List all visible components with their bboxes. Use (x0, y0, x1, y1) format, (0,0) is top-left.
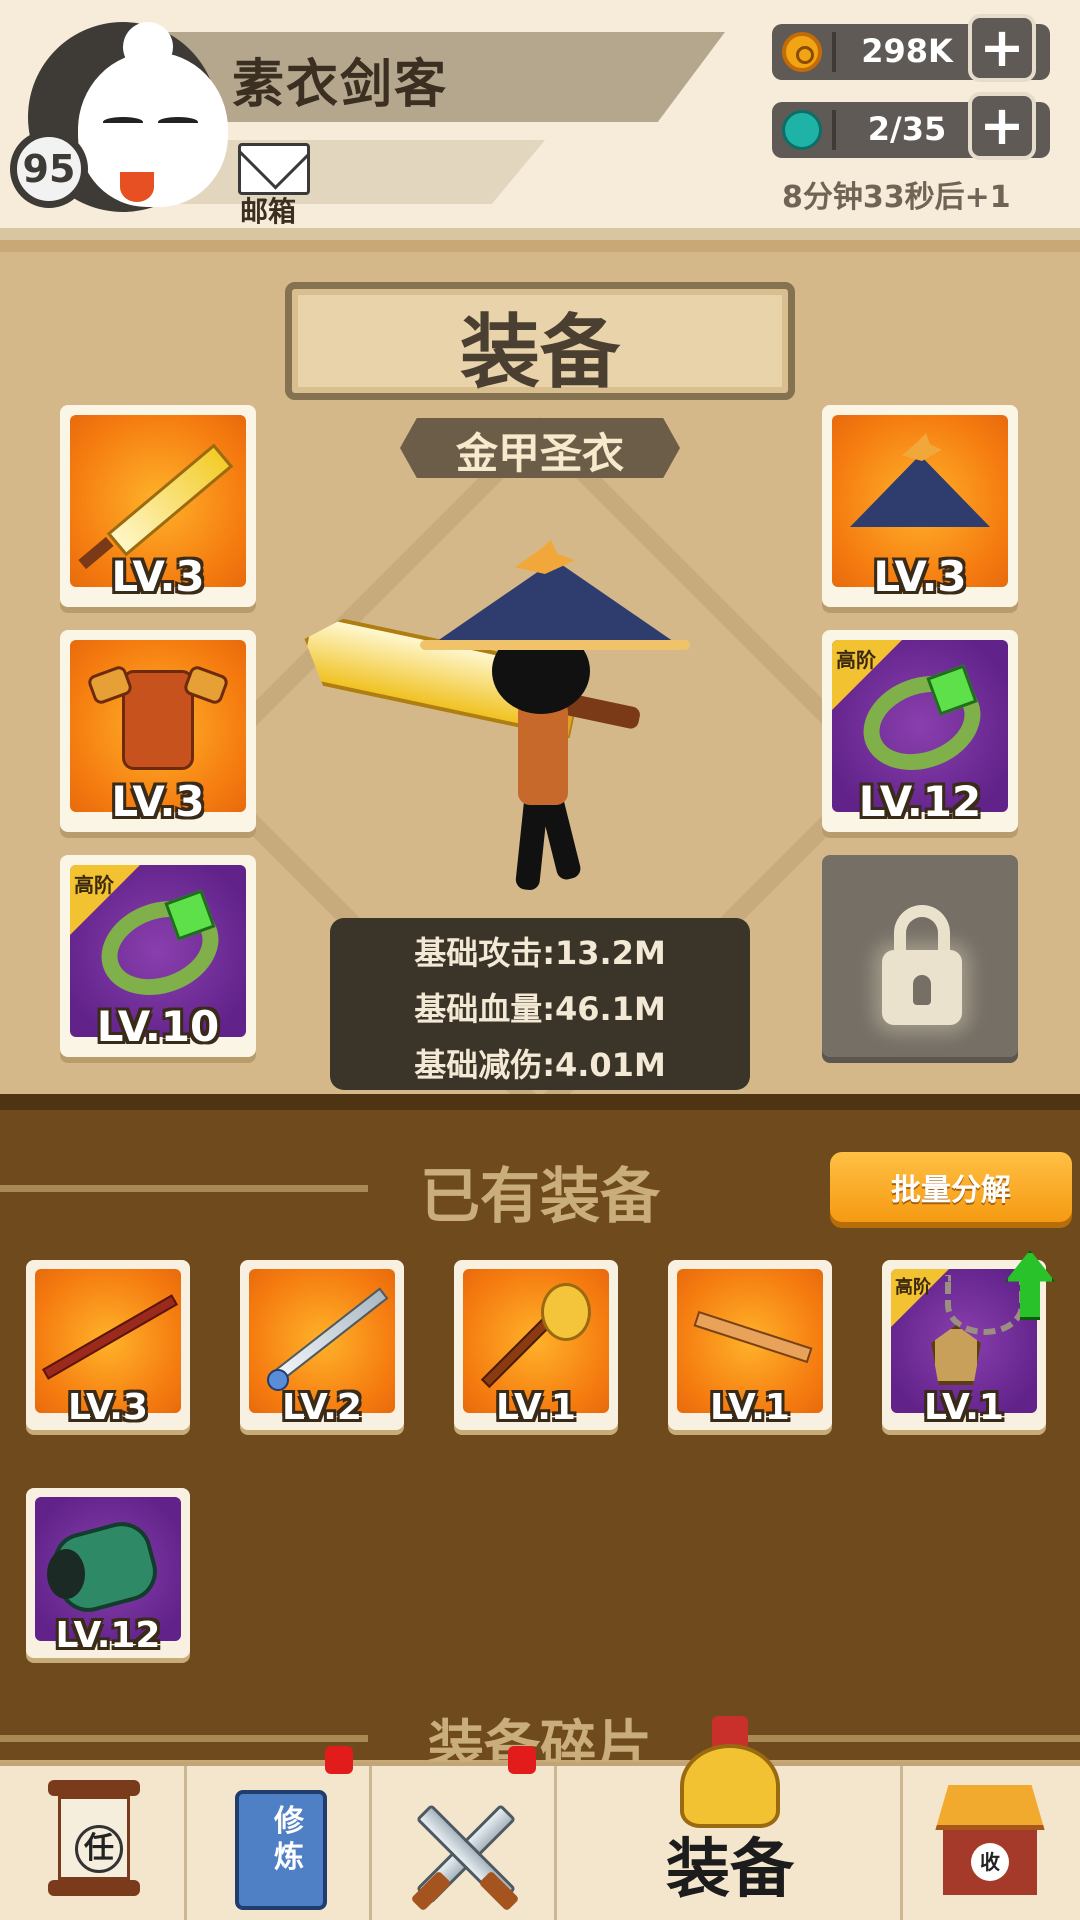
mailbox-label[interactable]: 邮箱 (240, 190, 296, 230)
cultivation-book-icon[interactable]: 修炼 (235, 1790, 327, 1910)
item-level: LV.12 (858, 777, 982, 826)
tier-tag: 高阶 (836, 648, 876, 672)
equip-slot-locked[interactable] (822, 855, 1018, 1057)
golden-broadsword-icon (106, 443, 234, 557)
mace-head (541, 1283, 591, 1341)
character-hat-rim (420, 640, 690, 650)
inventory-item[interactable]: LV.12 (26, 1488, 190, 1658)
cultivation-glyph: 修炼 (274, 1804, 304, 1875)
keyhole (913, 975, 931, 1005)
item-level: LV.3 (111, 552, 205, 601)
add-coins-button[interactable]: + (968, 14, 1036, 82)
equip-slot-weapon[interactable]: LV.3 (60, 405, 256, 607)
inventory-item[interactable]: LV.1 (454, 1260, 618, 1430)
coin-value: 298K (861, 32, 953, 70)
set-name: 金甲圣衣 (455, 429, 624, 478)
batch-decompose-button[interactable]: 批量分解 (830, 1152, 1072, 1222)
crossed-swords-icon[interactable] (405, 1800, 525, 1912)
sword-hilt (410, 1870, 452, 1912)
nav-tab-equipment-label[interactable]: 装备 (630, 1818, 830, 1910)
add-energy-button[interactable]: + (968, 92, 1036, 160)
equip-slot-accessory[interactable]: 高阶 LV.10 (60, 855, 256, 1057)
stat-damage-reduction: 基础减伤:4.01M (414, 1046, 666, 1084)
tier-tag: 高阶 (895, 1277, 931, 1298)
equip-slot-hat[interactable]: LV.3 (822, 405, 1018, 607)
shop-glyph: 收 (971, 1843, 1009, 1881)
character-body (518, 700, 568, 805)
helmet-icon[interactable] (680, 1716, 780, 1828)
avatar-eye (158, 117, 198, 127)
scroll-rod (48, 1780, 140, 1796)
scroll-rod (48, 1880, 140, 1896)
player-level-badge: 95 (10, 130, 88, 208)
owned-equipment-title: 已有装备 (420, 1162, 660, 1232)
coin-icon (782, 32, 822, 72)
item-level: LV.3 (111, 777, 205, 826)
helmet-dome (680, 1744, 780, 1828)
quest-glyph: 任 (75, 1825, 123, 1873)
page-title: 装备 (460, 306, 620, 399)
energy-timer: 8分钟33秒后+1 (782, 180, 1011, 215)
bamboo-hat-icon (850, 455, 990, 527)
gauntlet-opening (47, 1549, 85, 1599)
tier-tag: 高阶 (74, 873, 114, 897)
stat-hp: 基础血量:46.1M (414, 990, 666, 1028)
energy-value: 2/35 (867, 110, 947, 148)
section-divider (0, 1735, 368, 1742)
player-name: 素衣剑客 (232, 55, 449, 115)
notification-badge (508, 1746, 536, 1774)
scroll-paper: 任 (58, 1796, 130, 1880)
stat-attack: 基础攻击:13.2M (414, 934, 666, 972)
avatar-beak (120, 172, 154, 202)
equip-slot-armor[interactable]: LV.3 (60, 630, 256, 832)
item-level: LV.12 (55, 1615, 161, 1656)
silver-sword-icon (269, 1287, 389, 1385)
mail-icon[interactable] (238, 143, 310, 195)
item-level: LV.3 (68, 1387, 148, 1428)
item-level: LV.10 (96, 1002, 220, 1051)
red-staff-icon (42, 1294, 178, 1380)
armor-vest-icon (122, 670, 194, 770)
avatar-eye (103, 117, 143, 127)
inventory-item[interactable]: LV.2 (240, 1260, 404, 1430)
bronze-key-blade-icon (693, 1310, 813, 1364)
item-level: LV.2 (282, 1387, 362, 1428)
energy-gem-icon (782, 110, 822, 150)
inventory-item[interactable]: LV.1 (668, 1260, 832, 1430)
shop-icon[interactable]: 收 (925, 1785, 1055, 1900)
chain-amulet-icon (931, 1325, 981, 1385)
item-level: LV.3 (873, 552, 967, 601)
equip-slot-ring[interactable]: 高阶 LV.12 (822, 630, 1018, 832)
item-level: LV.1 (496, 1387, 576, 1428)
inventory-item[interactable]: LV.3 (26, 1260, 190, 1430)
item-level: LV.1 (710, 1387, 790, 1428)
shop-roof (935, 1785, 1045, 1830)
section-divider (0, 1185, 368, 1192)
quest-scroll-icon[interactable]: 任 (48, 1780, 140, 1900)
item-level: LV.1 (924, 1387, 1004, 1428)
divider (832, 32, 836, 72)
notification-badge (325, 1746, 353, 1774)
divider (832, 110, 836, 150)
phoenix-ornament (902, 433, 942, 461)
